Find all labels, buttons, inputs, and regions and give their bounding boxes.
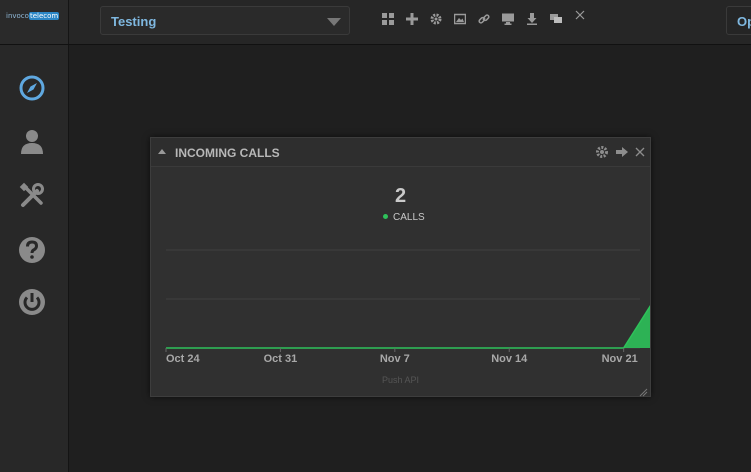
settings-icon[interactable] — [428, 11, 444, 29]
sidebar — [0, 45, 69, 472]
compass-icon[interactable] — [17, 73, 47, 103]
image-icon[interactable] — [452, 11, 468, 29]
calls-series-line — [166, 305, 650, 349]
x-tick-label: Nov 14 — [491, 353, 528, 365]
open-button[interactable]: Op — [726, 6, 751, 35]
link-icon[interactable] — [476, 11, 492, 29]
metric-value: 2 — [394, 185, 407, 207]
x-tick-label: Oct 24 — [166, 353, 201, 365]
x-tick-label: Oct 31 — [264, 353, 298, 365]
close-icon[interactable] — [633, 145, 647, 159]
dashboard-select[interactable]: Testing — [100, 6, 350, 35]
close-icon[interactable] — [572, 8, 588, 26]
dashboard-select-value: Testing — [111, 14, 157, 29]
legend-label: CALLS — [393, 212, 425, 223]
logo-area[interactable]: invocotelecom — [0, 0, 69, 44]
x-tick-label: Nov 7 — [380, 353, 410, 365]
gear-icon[interactable] — [595, 145, 609, 159]
chart-legend: CALLS — [383, 212, 425, 223]
widget-footer: Push API — [381, 375, 420, 385]
chat-icon[interactable] — [548, 11, 564, 29]
logo: invocotelecom — [6, 12, 60, 20]
resize-grip-icon[interactable] — [638, 384, 648, 397]
add-icon[interactable] — [404, 11, 420, 29]
grid-icon[interactable] — [380, 11, 396, 29]
top-bar: invocotelecom Testing O — [0, 0, 751, 45]
tools-icon[interactable] — [17, 181, 47, 211]
calls-chart: Oct 24 Oct 31 Nov 7 Nov 14 Nov 21 — [165, 249, 650, 365]
chevron-down-icon — [327, 18, 341, 26]
download-icon[interactable] — [524, 11, 540, 29]
collapse-icon[interactable] — [158, 149, 166, 154]
widget-title: INCOMING CALLS — [175, 146, 280, 160]
arrow-right-icon[interactable] — [615, 145, 629, 159]
user-icon[interactable] — [17, 127, 47, 157]
power-icon[interactable] — [17, 287, 47, 317]
calls-series-area — [166, 306, 650, 348]
legend-swatch — [383, 214, 388, 219]
widget-header[interactable]: INCOMING CALLS — [151, 138, 650, 167]
incoming-calls-widget[interactable]: INCOMING CALLS 2 CALLS Oct 24 Oct 31 Nov 7… — [150, 137, 651, 397]
monitor-icon[interactable] — [500, 11, 516, 29]
help-icon[interactable] — [17, 235, 47, 265]
x-tick-label: Nov 21 — [602, 353, 638, 365]
